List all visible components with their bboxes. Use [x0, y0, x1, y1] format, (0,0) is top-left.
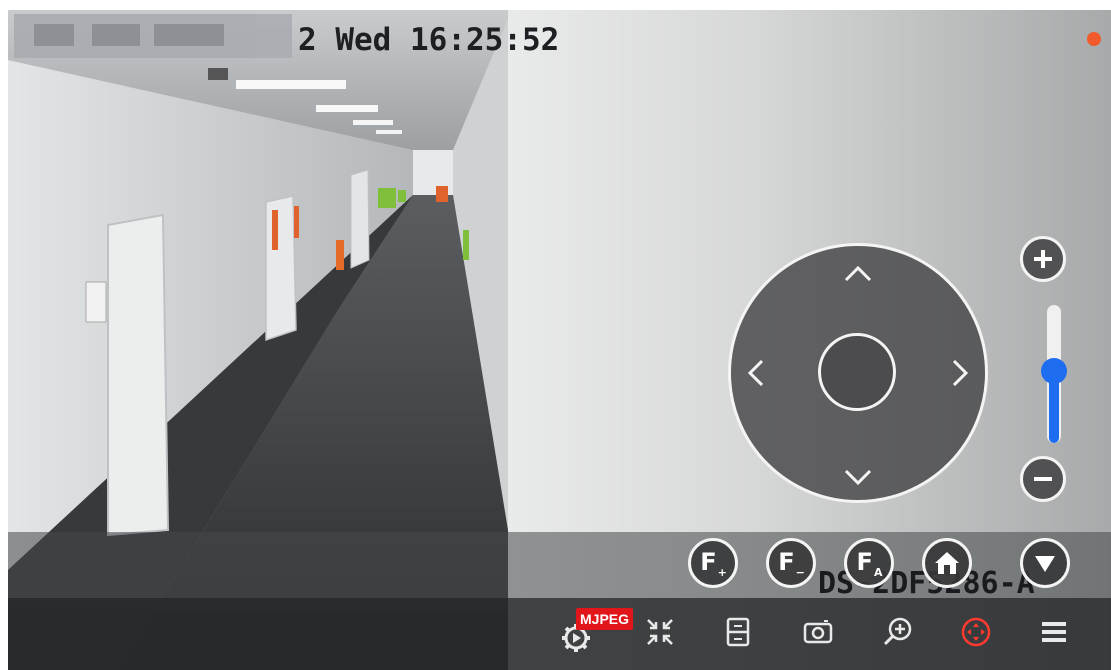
- auto-focus-sub: A: [873, 565, 883, 579]
- auto-focus-letter: F: [856, 548, 873, 576]
- home-icon: [935, 552, 959, 574]
- camera-viewer: 2 Wed 16:25:52 DS-2DF5286-A F + F − FA M…: [8, 10, 1111, 670]
- exit-fullscreen-icon: [647, 619, 673, 645]
- menu-icon: [1042, 622, 1066, 642]
- ptz-center-button[interactable]: [818, 333, 896, 411]
- layout-button[interactable]: [714, 608, 762, 656]
- recording-indicator: [1087, 32, 1101, 46]
- layout-icon: [726, 617, 750, 647]
- focus-near-sub: +: [717, 565, 727, 579]
- ptz-toggle-button[interactable]: [952, 608, 1000, 656]
- plus-icon: [1034, 250, 1052, 268]
- stream-type-badge: MJPEG: [576, 608, 634, 630]
- snapshot-icon: [803, 620, 833, 644]
- collapse-ptz-button[interactable]: [1020, 538, 1070, 588]
- down-arrow-icon[interactable]: [838, 457, 878, 497]
- triangle-down-icon: [1035, 556, 1055, 572]
- menu-button[interactable]: [1030, 608, 1078, 656]
- left-arrow-icon[interactable]: [736, 353, 776, 393]
- osd-datetime: 2 Wed 16:25:52: [298, 22, 560, 58]
- focus-far-button[interactable]: F −: [766, 538, 816, 588]
- digital-zoom-button[interactable]: [874, 608, 922, 656]
- minus-icon: [1034, 477, 1052, 481]
- exit-fullscreen-button[interactable]: [636, 608, 684, 656]
- privacy-mask: [14, 14, 292, 58]
- zoom-in-button[interactable]: [1020, 236, 1066, 282]
- focus-near-letter: F: [700, 548, 717, 576]
- zoom-out-button[interactable]: [1020, 456, 1066, 502]
- snapshot-button[interactable]: [794, 608, 842, 656]
- right-arrow-icon[interactable]: [940, 353, 980, 393]
- up-arrow-icon[interactable]: [838, 254, 878, 294]
- digital-zoom-icon: [883, 617, 912, 646]
- ptz-icon: [961, 617, 991, 647]
- auto-focus-button[interactable]: FA: [844, 538, 894, 588]
- focus-far-sub: −: [795, 565, 805, 579]
- focus-near-button[interactable]: F +: [688, 538, 738, 588]
- focus-far-letter: F: [778, 548, 795, 576]
- home-button[interactable]: [922, 538, 972, 588]
